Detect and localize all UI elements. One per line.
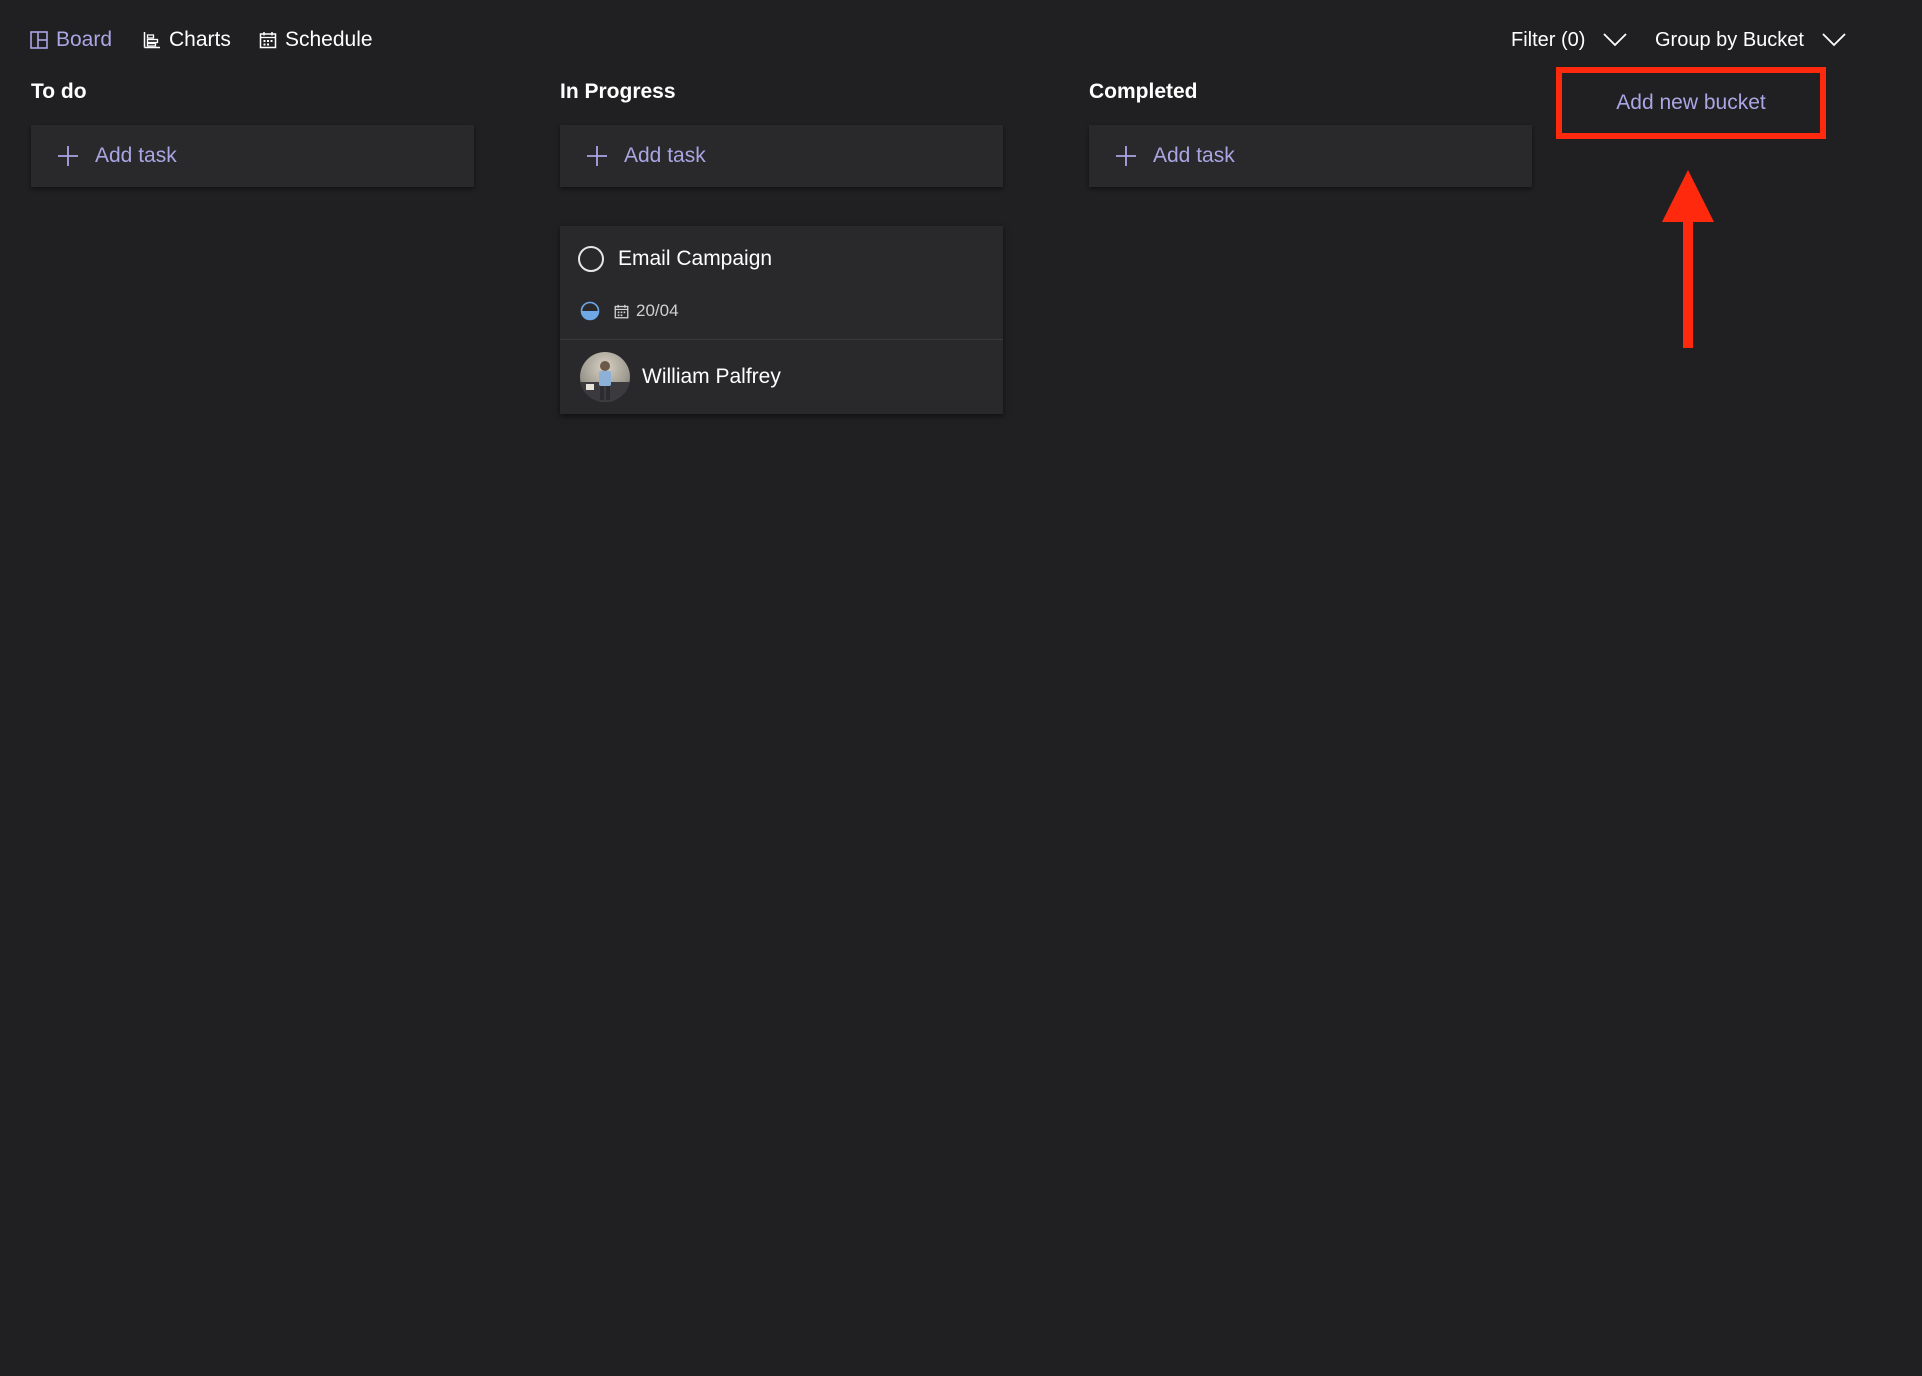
chevron-down-icon (1822, 33, 1846, 47)
add-task-button-in-progress[interactable]: Add task (560, 125, 1003, 187)
avatar (580, 352, 630, 402)
half-circle-progress-icon (580, 301, 600, 321)
circle-check-icon[interactable] (578, 246, 604, 272)
filter-dropdown[interactable]: Filter (0) (1511, 24, 1628, 56)
group-by-label: Group by Bucket (1655, 28, 1804, 51)
bucket-title-completed: Completed (1089, 80, 1198, 103)
card-divider (560, 339, 1003, 340)
plus-icon (58, 146, 78, 166)
add-new-bucket-button[interactable]: Add new bucket (1556, 67, 1826, 139)
group-by-dropdown[interactable]: Group by Bucket (1655, 24, 1846, 56)
chevron-down-icon (1603, 33, 1628, 47)
calendar-icon (259, 32, 277, 49)
add-task-label: Add task (95, 144, 177, 167)
tab-charts-label: Charts (169, 28, 231, 51)
annotation-arrow-icon (1662, 170, 1714, 348)
tab-charts[interactable]: Charts (143, 24, 231, 56)
assignee-name: William Palfrey (642, 365, 781, 388)
tab-schedule[interactable]: Schedule (259, 24, 373, 56)
task-title: Email Campaign (618, 247, 773, 270)
assignee[interactable]: William Palfrey (580, 352, 781, 402)
bucket-title-in-progress: In Progress (560, 80, 676, 103)
plus-icon (1116, 146, 1136, 166)
tab-board[interactable]: Board (30, 24, 112, 56)
task-title-row: Email Campaign (578, 244, 772, 274)
bucket-title-todo: To do (31, 80, 87, 103)
add-task-label: Add task (1153, 144, 1235, 167)
board-icon (30, 31, 48, 49)
charts-icon (143, 32, 160, 49)
tab-schedule-label: Schedule (285, 28, 373, 51)
tab-board-label: Board (56, 28, 113, 51)
person-photo-icon (580, 361, 630, 402)
add-task-button-todo[interactable]: Add task (31, 125, 474, 187)
calendar-icon (614, 304, 629, 318)
due-date-chip: 20/04 (614, 301, 679, 321)
task-card[interactable]: Email Campaign 20/04 William Palfrey (560, 226, 1003, 414)
due-date: 20/04 (636, 301, 679, 320)
filter-label: Filter (0) (1511, 28, 1586, 51)
add-new-bucket-label: Add new bucket (1616, 91, 1766, 114)
task-meta: 20/04 (580, 300, 679, 322)
plus-icon (587, 146, 607, 166)
add-task-button-completed[interactable]: Add task (1089, 125, 1532, 187)
add-task-label: Add task (624, 144, 706, 167)
